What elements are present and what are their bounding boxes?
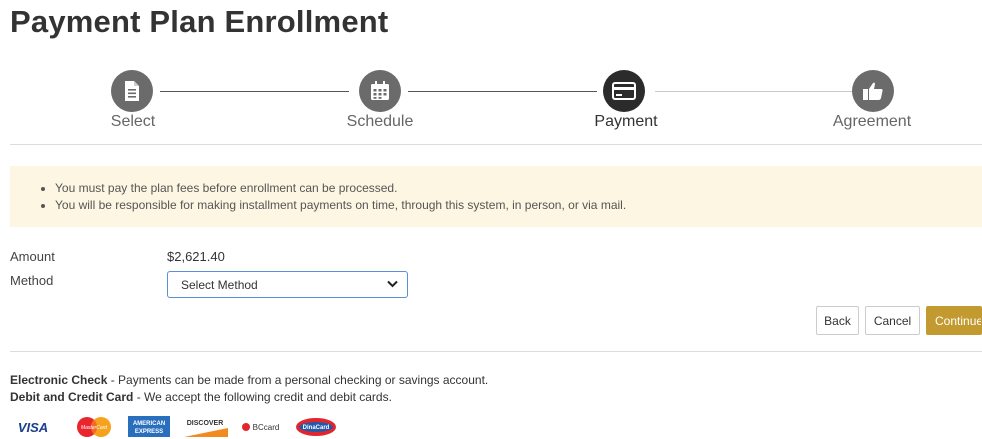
method-label: Method	[10, 273, 54, 288]
dinacard-logo: DinaCard	[296, 418, 336, 436]
amex-text-2: EXPRESS	[135, 429, 163, 435]
bccard-text: BCcard	[253, 423, 280, 432]
step-connector	[408, 91, 597, 92]
visa-logo: VISA	[12, 415, 54, 437]
amex-text-1: AMERICAN	[133, 421, 165, 427]
method-select[interactable]: Select Method	[167, 271, 408, 298]
step-agreement-icon	[852, 70, 894, 112]
card-info: Debit and Credit Card - We accept the fo…	[10, 390, 392, 404]
echeck-text: - Payments can be made from a personal c…	[107, 373, 489, 387]
discover-text: DISCOVER	[187, 420, 224, 427]
step-payment-icon	[603, 70, 645, 112]
step-select-icon	[111, 70, 153, 112]
dinacard-text: DinaCard	[303, 425, 330, 431]
amount-value: $2,621.40	[167, 249, 225, 264]
continue-button[interactable]: Continue	[926, 306, 982, 335]
chevron-down-icon	[387, 280, 398, 288]
page-title: Payment Plan Enrollment	[10, 4, 389, 39]
step-label-agreement: Agreement	[832, 113, 912, 130]
amex-logo: AMERICAN EXPRESS	[128, 416, 170, 437]
notice-box: You must pay the plan fees before enroll…	[10, 166, 982, 227]
step-connector	[160, 91, 349, 92]
notice-item: You must pay the plan fees before enroll…	[55, 180, 982, 197]
step-label-schedule: Schedule	[346, 113, 414, 130]
step-label-payment: Payment	[594, 113, 658, 130]
mastercard-text: MasterCard	[81, 425, 107, 431]
mastercard-logo: MasterCard	[77, 417, 111, 437]
back-button[interactable]: Back	[816, 306, 859, 335]
notice-item: You will be responsible for making insta…	[55, 197, 982, 214]
section-divider	[10, 144, 982, 145]
progress-stepper: Select Schedule Payment Agreement	[0, 70, 982, 135]
echeck-info: Electronic Check - Payments can be made …	[10, 373, 488, 387]
card-text: - We accept the following credit and deb…	[133, 390, 392, 404]
section-divider	[10, 351, 982, 352]
card-title: Debit and Credit Card	[10, 390, 134, 404]
method-select-value: Select Method	[181, 277, 258, 292]
bccard-logo: BCcard	[240, 415, 284, 437]
discover-logo: DISCOVER	[182, 415, 228, 437]
visa-text: VISA	[18, 420, 48, 435]
step-schedule-icon	[359, 70, 401, 112]
amount-label: Amount	[10, 249, 55, 264]
step-label-select: Select	[110, 113, 156, 130]
step-connector	[655, 91, 852, 92]
cancel-button[interactable]: Cancel	[865, 306, 920, 335]
echeck-title: Electronic Check	[10, 373, 108, 387]
